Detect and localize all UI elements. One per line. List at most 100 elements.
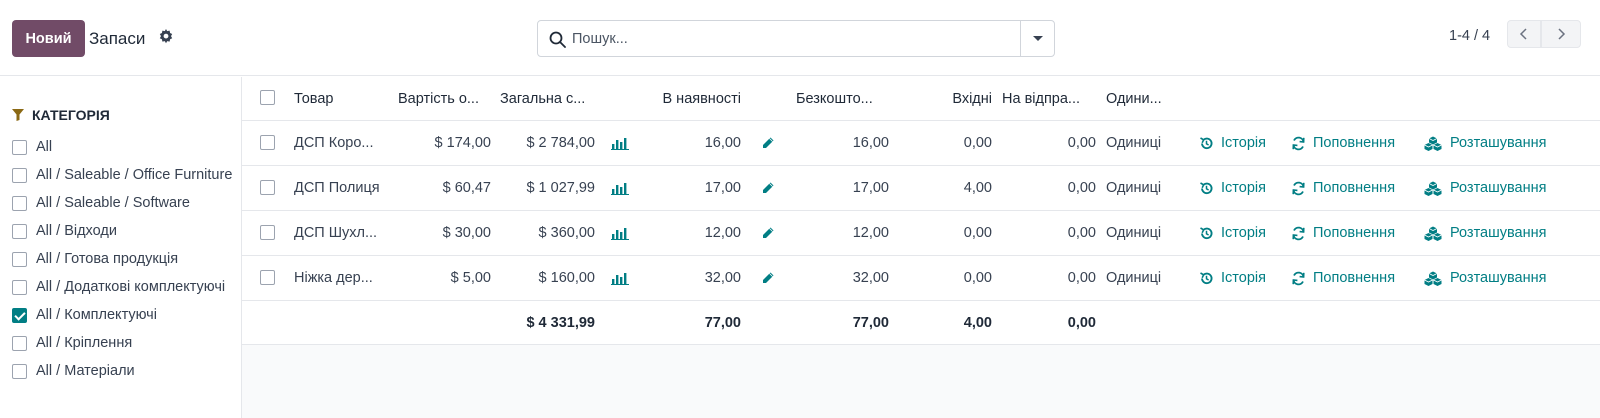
column-header-outgoing[interactable]: На відпра... bbox=[1002, 77, 1100, 120]
column-header-incoming[interactable]: Вхідні bbox=[932, 77, 992, 120]
category-filter-item[interactable]: All / Відходи bbox=[12, 221, 234, 241]
history-button[interactable]: Історія bbox=[1199, 256, 1266, 300]
search-options-toggle[interactable] bbox=[1020, 21, 1054, 56]
unit-value: $ 5,00 bbox=[450, 270, 491, 286]
category-label: All / Комплектуючі bbox=[36, 307, 157, 323]
category-checkbox[interactable] bbox=[12, 139, 27, 155]
category-checkbox[interactable] bbox=[12, 251, 27, 267]
replenish-button[interactable]: Поповнення bbox=[1291, 211, 1395, 255]
page-title[interactable]: Запаси bbox=[89, 29, 145, 49]
category-filter-item[interactable]: All / Комплектуючі bbox=[12, 305, 234, 325]
edit-pencil-icon[interactable] bbox=[761, 256, 775, 300]
column-header-on-hand[interactable]: В наявності bbox=[632, 77, 741, 120]
product-name[interactable]: ДСП Коро... bbox=[294, 121, 394, 165]
category-label: All / Додаткові комплектуючі bbox=[36, 279, 226, 295]
stock-chart-icon[interactable] bbox=[611, 121, 629, 165]
replenish-button[interactable]: Поповнення bbox=[1291, 166, 1395, 210]
product-name[interactable]: Ніжка дер... bbox=[294, 256, 394, 300]
pager-previous-button[interactable] bbox=[1507, 20, 1541, 48]
replenish-button[interactable]: Поповнення bbox=[1291, 256, 1395, 300]
table-row[interactable]: ДСП Коро... $ 174,00 $ 2 784,00 16,00 16,00 0… bbox=[242, 121, 1600, 166]
locations-button[interactable]: Розташування bbox=[1423, 211, 1546, 255]
category-checkbox[interactable] bbox=[12, 307, 27, 323]
on-hand-qty: 32,00 bbox=[704, 270, 741, 286]
category-checkbox[interactable] bbox=[12, 279, 27, 295]
cubes-icon bbox=[1423, 226, 1450, 241]
replenish-label: Поповнення bbox=[1313, 180, 1396, 196]
outgoing-qty: 0,00 bbox=[1067, 180, 1096, 196]
category-filter-item[interactable]: All / Матеріали bbox=[12, 361, 234, 381]
category-label: All / Кріплення bbox=[36, 335, 133, 351]
category-filter-item[interactable]: All / Додаткові комплектуючі bbox=[12, 277, 234, 297]
table-row[interactable]: ДСП Шухл... $ 30,00 $ 360,00 12,00 12,00 0,00… bbox=[242, 211, 1600, 256]
stock-chart-icon[interactable] bbox=[611, 166, 629, 210]
category-checkbox[interactable] bbox=[12, 363, 27, 379]
chevron-right-icon bbox=[1558, 28, 1566, 40]
edit-pencil-icon[interactable] bbox=[761, 211, 775, 255]
history-icon bbox=[1199, 136, 1221, 151]
row-checkbox[interactable] bbox=[260, 225, 275, 240]
incoming-qty: 4,00 bbox=[963, 180, 992, 196]
new-button[interactable]: Новий bbox=[12, 20, 85, 57]
column-header-total-value[interactable]: Загальна с... bbox=[500, 77, 600, 120]
history-label: Історія bbox=[1221, 225, 1266, 241]
row-checkbox[interactable] bbox=[260, 180, 275, 195]
table-header-row: Товар Вартість о... Загальна с... В наяв… bbox=[242, 77, 1600, 121]
category-filter-item[interactable]: All / Saleable / Office Furniture bbox=[12, 165, 234, 185]
cubes-icon bbox=[1423, 271, 1450, 286]
history-icon bbox=[1199, 181, 1221, 196]
history-button[interactable]: Історія bbox=[1199, 211, 1266, 255]
category-checkbox[interactable] bbox=[12, 223, 27, 239]
category-label: All bbox=[36, 139, 53, 155]
category-filter-item[interactable]: All bbox=[12, 137, 234, 157]
edit-pencil-icon[interactable] bbox=[761, 166, 775, 210]
stock-chart-icon[interactable] bbox=[611, 211, 629, 255]
free-sum: 77,00 bbox=[852, 314, 889, 331]
category-filter-item[interactable]: All / Готова продукція bbox=[12, 249, 234, 269]
total-value: $ 160,00 bbox=[538, 270, 595, 286]
locations-button[interactable]: Розташування bbox=[1423, 121, 1546, 165]
refresh-icon bbox=[1291, 271, 1313, 286]
incoming-sum: 4,00 bbox=[963, 314, 992, 331]
category-label: All / Saleable / Software bbox=[36, 195, 190, 211]
category-filter-item[interactable]: All / Saleable / Software bbox=[12, 193, 234, 213]
pager-next-button[interactable] bbox=[1541, 20, 1581, 48]
column-header-unit-value[interactable]: Вартість о... bbox=[398, 77, 494, 120]
unit-value: $ 174,00 bbox=[434, 135, 491, 151]
replenish-label: Поповнення bbox=[1313, 270, 1396, 286]
on-hand-qty: 16,00 bbox=[704, 135, 741, 151]
pager-value[interactable]: 1-4 / 4 bbox=[1449, 28, 1490, 44]
column-header-uom[interactable]: Одини... bbox=[1106, 77, 1180, 120]
category-filter-item[interactable]: All / Кріплення bbox=[12, 333, 234, 353]
incoming-qty: 0,00 bbox=[963, 135, 992, 151]
select-all-checkbox[interactable] bbox=[260, 90, 275, 105]
total-value-sum: $ 4 331,99 bbox=[526, 314, 595, 331]
total-value: $ 1 027,99 bbox=[526, 180, 595, 196]
history-button[interactable]: Історія bbox=[1199, 166, 1266, 210]
edit-pencil-icon[interactable] bbox=[761, 121, 775, 165]
locations-button[interactable]: Розташування bbox=[1423, 256, 1546, 300]
row-checkbox[interactable] bbox=[260, 270, 275, 285]
replenish-button[interactable]: Поповнення bbox=[1291, 121, 1395, 165]
column-header-free[interactable]: Безкошто... bbox=[796, 77, 888, 120]
category-checkbox[interactable] bbox=[12, 195, 27, 211]
locations-label: Розташування bbox=[1450, 180, 1547, 196]
product-name[interactable]: ДСП Шухл... bbox=[294, 211, 394, 255]
product-name[interactable]: ДСП Полиця bbox=[294, 166, 394, 210]
category-checkbox[interactable] bbox=[12, 335, 27, 351]
column-header-product[interactable]: Товар bbox=[294, 77, 394, 120]
history-button[interactable]: Історія bbox=[1199, 121, 1266, 165]
uom: Одиниці bbox=[1106, 135, 1162, 151]
table-row[interactable]: ДСП Полиця $ 60,47 $ 1 027,99 17,00 17,00 4,0… bbox=[242, 166, 1600, 211]
incoming-qty: 0,00 bbox=[963, 225, 992, 241]
uom: Одиниці bbox=[1106, 180, 1162, 196]
table-row[interactable]: Ніжка дер... $ 5,00 $ 160,00 32,00 32,00 0,00… bbox=[242, 256, 1600, 301]
locations-button[interactable]: Розташування bbox=[1423, 166, 1546, 210]
stock-chart-icon[interactable] bbox=[611, 256, 629, 300]
gear-icon[interactable] bbox=[158, 29, 174, 45]
search-icon bbox=[549, 31, 566, 48]
history-label: Історія bbox=[1221, 180, 1266, 196]
row-checkbox[interactable] bbox=[260, 135, 275, 150]
category-checkbox[interactable] bbox=[12, 167, 27, 183]
search-input[interactable] bbox=[572, 27, 1012, 51]
